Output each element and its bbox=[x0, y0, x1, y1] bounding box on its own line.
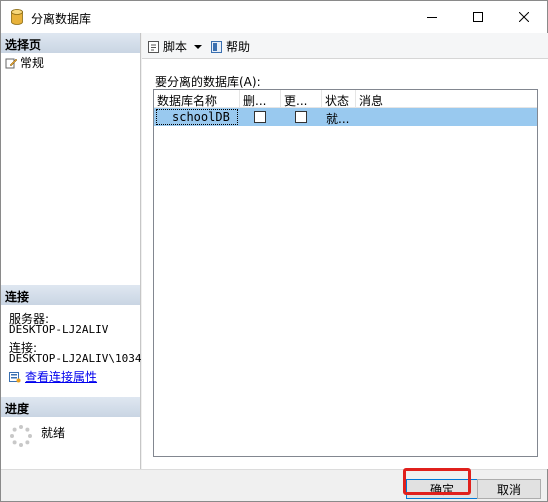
toolbar: 脚本 帮助 bbox=[142, 33, 548, 59]
column-header-update[interactable]: 更... bbox=[281, 90, 322, 108]
dialog-footer: 确定 取消 bbox=[1, 469, 547, 501]
cell-database-name: schoolDB bbox=[172, 110, 230, 124]
server-value: DESKTOP-LJ2ALIV bbox=[9, 323, 109, 336]
script-label: 脚本 bbox=[163, 40, 188, 54]
window-title: 分离数据库 bbox=[31, 12, 92, 26]
title-bar: 分离数据库 bbox=[1, 1, 547, 33]
maximize-button[interactable] bbox=[455, 1, 501, 33]
close-button[interactable] bbox=[501, 1, 547, 33]
help-icon bbox=[211, 40, 222, 53]
cancel-button[interactable]: 取消 bbox=[477, 479, 541, 499]
column-header-drop[interactable]: 删... bbox=[240, 90, 281, 108]
ok-button[interactable]: 确定 bbox=[406, 479, 478, 499]
script-button[interactable]: 脚本 bbox=[147, 38, 203, 55]
progress-header: 进度 bbox=[1, 397, 140, 417]
minimize-icon bbox=[427, 17, 437, 18]
progress-area: 就绪 bbox=[9, 424, 65, 448]
chevron-down-icon bbox=[194, 44, 203, 49]
general-page-icon bbox=[5, 58, 17, 68]
drop-connections-checkbox[interactable] bbox=[254, 111, 266, 123]
left-pane: 选择页 常规 连接 服务器: DESKTOP-LJ2ALIV 连接: DESKT… bbox=[1, 33, 141, 469]
column-header-message[interactable]: 消息 bbox=[356, 90, 537, 108]
connection-header: 连接 bbox=[1, 285, 140, 305]
column-header-name[interactable]: 数据库名称 bbox=[154, 90, 240, 108]
connection-value: DESKTOP-LJ2ALIV\1034 bbox=[9, 352, 142, 365]
view-connection-properties-link[interactable]: 查看连接属性 bbox=[9, 368, 97, 385]
database-icon bbox=[11, 9, 23, 25]
spinner-icon bbox=[10, 425, 32, 447]
view-connection-properties-label: 查看连接属性 bbox=[25, 370, 98, 384]
minimize-button[interactable] bbox=[409, 1, 455, 33]
maximize-icon bbox=[473, 12, 483, 22]
script-icon bbox=[148, 40, 159, 53]
nav-item-label: 常规 bbox=[20, 56, 45, 70]
help-label: 帮助 bbox=[226, 40, 251, 54]
select-page-header: 选择页 bbox=[1, 33, 140, 53]
close-icon bbox=[519, 12, 529, 22]
cell-status: 就... bbox=[326, 112, 350, 126]
cell-message bbox=[356, 108, 537, 126]
databases-grid: 数据库名称 删... 更... 状态 消息 schoolDB 就... bbox=[153, 89, 538, 457]
grid-header: 数据库名称 删... 更... 状态 消息 bbox=[154, 90, 537, 108]
databases-to-detach-label: 要分离的数据库(A): bbox=[155, 75, 261, 89]
table-row[interactable]: schoolDB 就... bbox=[154, 108, 537, 126]
help-button[interactable]: 帮助 bbox=[210, 38, 250, 55]
nav-item-general[interactable]: 常规 bbox=[5, 54, 44, 71]
update-statistics-checkbox[interactable] bbox=[295, 111, 307, 123]
properties-icon bbox=[9, 371, 21, 382]
progress-status: 就绪 bbox=[41, 426, 66, 440]
column-header-status[interactable]: 状态 bbox=[322, 90, 356, 108]
right-pane: 脚本 帮助 要分离的数据库(A): 数据库名称 删... 更... 状态 消息 bbox=[142, 33, 548, 469]
detach-database-dialog: 分离数据库 选择页 常规 连接 服务器: DESKTOP-LJ2ALIV 连接:… bbox=[0, 0, 548, 502]
